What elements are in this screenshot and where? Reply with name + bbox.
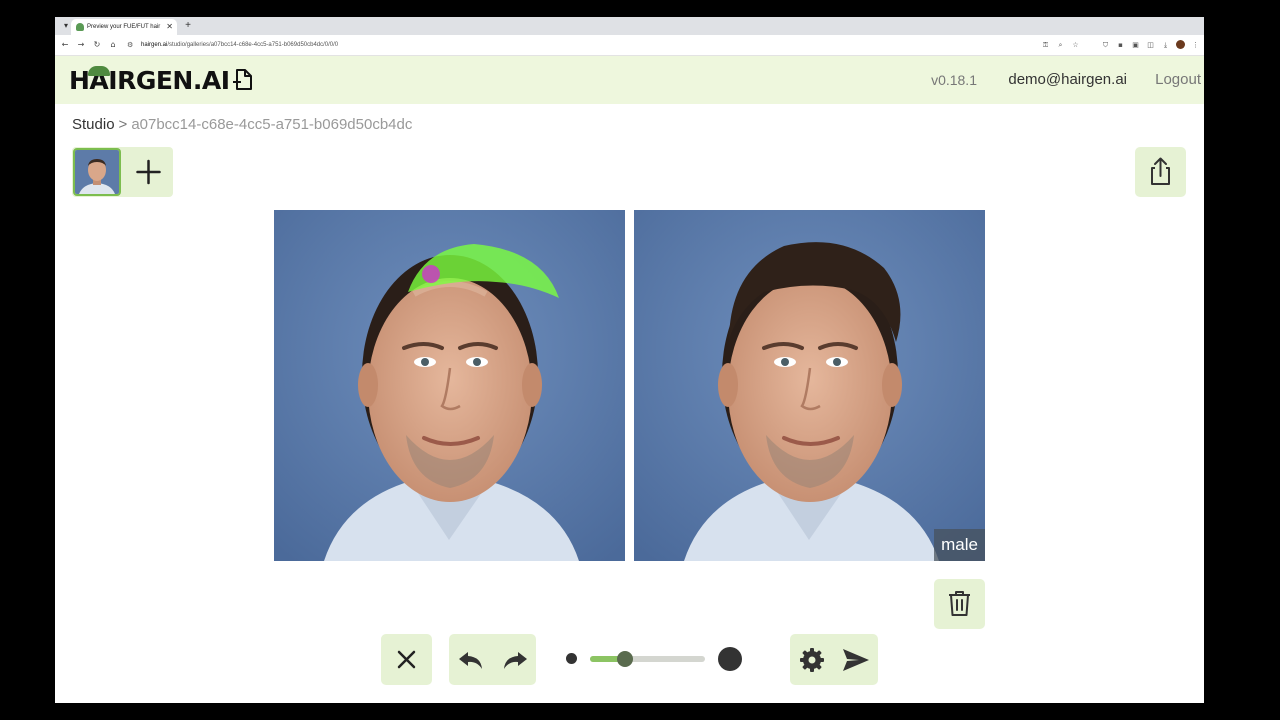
delete-button[interactable] — [934, 579, 985, 629]
undo-icon — [459, 651, 482, 669]
undo-redo-group — [449, 634, 536, 685]
plus-icon — [136, 159, 161, 185]
menu-icon[interactable]: ⋮ — [1191, 39, 1200, 51]
new-tab-button[interactable]: + — [181, 19, 195, 33]
app-version: v0.18.1 — [931, 72, 977, 88]
breadcrumb-separator: > — [118, 116, 128, 133]
url-host: hairgen.ai — [141, 42, 168, 48]
url-path: /studio/galleries/a07bcc14-c68e-4cc5-a75… — [167, 42, 339, 48]
breadcrumb-gallery-id: a07bcc14-c68e-4cc5-a751-b069d50cb4dc — [131, 116, 413, 133]
result-photo: male — [634, 210, 985, 561]
zoom-icon[interactable]: ⌕ — [1056, 39, 1065, 51]
reload-icon[interactable]: ↻ — [91, 39, 103, 51]
screenshot-icon[interactable]: ▣ — [1131, 39, 1140, 51]
address-bar: ← → ↻ ⌂ ⚙ hairgen.ai/studio/galleries/a0… — [55, 35, 1204, 56]
logout-link[interactable]: Logout — [1155, 70, 1201, 90]
app-header: HAIRGEN.AI v0.18.1 demo@hairgen.ai Logou… — [55, 56, 1204, 104]
download-icon[interactable]: ⤓ — [1161, 39, 1170, 51]
extension-icon[interactable]: ▪ — [1116, 39, 1125, 51]
profile-avatar-icon[interactable] — [1176, 40, 1185, 49]
brush-size-handle[interactable] — [616, 651, 633, 667]
back-icon[interactable]: ← — [59, 39, 71, 51]
undo-button[interactable] — [449, 634, 493, 685]
settings-button[interactable] — [790, 634, 834, 685]
url-field[interactable]: hairgen.ai/studio/galleries/a07bcc14-c68… — [141, 39, 338, 51]
puzzle-icon[interactable]: ◫ — [1146, 39, 1155, 51]
bookmark-star-icon[interactable]: ☆ — [1071, 39, 1080, 51]
brush-size-small-icon — [566, 653, 577, 664]
source-photo-canvas[interactable] — [274, 210, 625, 561]
redo-button[interactable] — [493, 634, 536, 685]
gender-label: male — [934, 529, 985, 561]
brush-size-slider[interactable] — [590, 651, 705, 667]
browser-window: ▾ Preview your FUE/FUT hair ✕ + ← → ↻ ⌂ … — [55, 17, 1204, 703]
shield-icon[interactable]: ⛉ — [1101, 39, 1110, 51]
new-document-icon — [233, 69, 252, 90]
gear-icon — [800, 647, 824, 672]
tab-bar: ▾ Preview your FUE/FUT hair ✕ + — [55, 17, 1204, 35]
gallery-strip — [72, 147, 173, 197]
new-document-button[interactable] — [231, 68, 255, 92]
send-icon — [843, 648, 869, 671]
key-icon[interactable]: ⚿ — [1041, 39, 1050, 51]
site-info-icon[interactable]: ⚙ — [127, 39, 137, 51]
thumbnail-portrait — [75, 150, 119, 194]
send-button[interactable] — [834, 634, 878, 685]
hairgen-logo[interactable]: HAIRGEN.AI — [69, 66, 230, 96]
redo-icon — [503, 651, 527, 669]
add-photo-button[interactable] — [124, 147, 173, 197]
gallery-thumbnail[interactable] — [73, 148, 121, 196]
settings-send-group — [790, 634, 878, 685]
close-icon — [397, 650, 416, 669]
browser-tab[interactable]: Preview your FUE/FUT hair ✕ — [71, 19, 177, 35]
trash-icon — [949, 591, 970, 616]
brush-cursor — [422, 265, 440, 283]
breadcrumb-studio[interactable]: Studio — [72, 116, 115, 133]
favicon-icon — [76, 23, 84, 31]
forward-icon[interactable]: → — [75, 39, 87, 51]
share-button[interactable] — [1135, 147, 1186, 197]
brush-size-large-icon — [718, 647, 742, 671]
logo-hair-icon — [88, 66, 110, 76]
tab-close-icon[interactable]: ✕ — [166, 21, 173, 33]
user-email: demo@hairgen.ai — [1008, 71, 1127, 88]
tab-title: Preview your FUE/FUT hair — [87, 24, 161, 30]
home-icon[interactable]: ⌂ — [107, 39, 119, 51]
breadcrumb: Studio > a07bcc14-c68e-4cc5-a751-b069d50cb… — [72, 115, 412, 135]
clear-mask-button[interactable] — [381, 634, 432, 685]
result-portrait — [634, 210, 985, 561]
share-icon — [1151, 157, 1170, 185]
source-portrait — [274, 210, 625, 561]
